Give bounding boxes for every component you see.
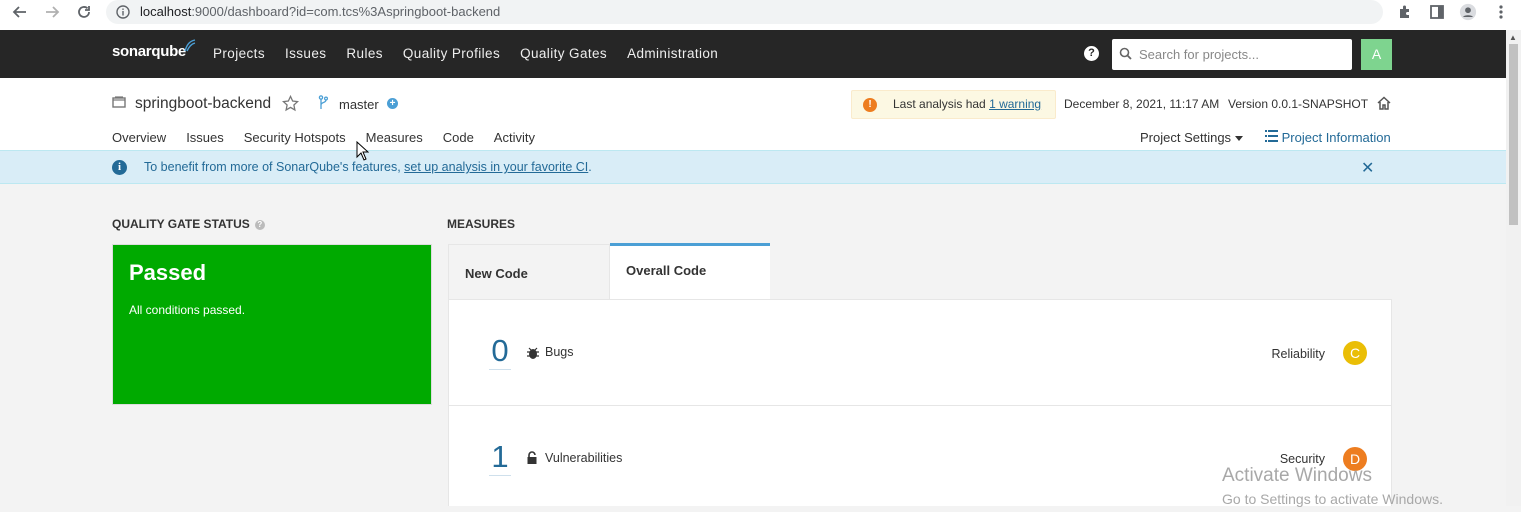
project-name[interactable]: springboot-backend bbox=[135, 95, 271, 113]
nav-links: Projects Issues Rules Quality Profiles Q… bbox=[213, 46, 738, 61]
setup-analysis-link[interactable]: set up analysis in your favorite CI bbox=[404, 160, 588, 174]
project-information-link[interactable]: Project Information bbox=[1265, 130, 1391, 145]
profile-icon[interactable] bbox=[1459, 3, 1477, 21]
reload-icon[interactable] bbox=[72, 0, 96, 24]
project-search[interactable] bbox=[1112, 39, 1352, 70]
browser-toolbar: localhost:9000/dashboard?id=com.tcs%3Asp… bbox=[0, 0, 1521, 30]
help-icon[interactable]: ? bbox=[254, 220, 265, 230]
help-icon[interactable]: ? bbox=[1084, 46, 1099, 61]
caret-down-icon bbox=[1234, 136, 1243, 141]
favorite-star-icon[interactable] bbox=[282, 95, 299, 112]
quality-gate-message: All conditions passed. bbox=[129, 303, 246, 317]
url-text: localhost:9000/dashboard?id=com.tcs%3Asp… bbox=[140, 4, 501, 19]
forward-icon[interactable] bbox=[40, 0, 64, 24]
bugs-label[interactable]: Bugs bbox=[545, 345, 574, 359]
scroll-up-icon[interactable]: ▲ bbox=[1509, 33, 1517, 42]
mouse-cursor-icon bbox=[356, 141, 369, 161]
tab-new-code[interactable]: New Code bbox=[448, 244, 610, 300]
list-icon bbox=[1265, 130, 1278, 142]
page-scrollbar[interactable]: ▲ bbox=[1506, 30, 1521, 506]
vulnerabilities-label[interactable]: Vulnerabilities bbox=[545, 451, 622, 465]
quality-gate-status: Passed bbox=[129, 260, 207, 285]
nav-projects[interactable]: Projects bbox=[213, 46, 265, 61]
nav-quality-gates[interactable]: Quality Gates bbox=[520, 46, 607, 61]
windows-activation-watermark: Activate Windows Go to Settings to activ… bbox=[1222, 465, 1443, 507]
quality-gate-title: QUALITY GATE STATUS? bbox=[112, 217, 265, 231]
side-panel-icon[interactable] bbox=[1428, 3, 1446, 21]
analysis-date: December 8, 2021, 11:17 AM bbox=[1064, 97, 1220, 111]
search-icon bbox=[1119, 47, 1132, 60]
close-icon[interactable]: ✕ bbox=[1361, 158, 1374, 178]
branch-icon bbox=[318, 95, 328, 109]
tab-overall-code[interactable]: Overall Code bbox=[610, 243, 770, 300]
extensions-icon[interactable] bbox=[1396, 3, 1414, 21]
back-icon[interactable] bbox=[8, 0, 32, 24]
nav-rules[interactable]: Rules bbox=[346, 46, 383, 61]
vulnerabilities-count[interactable]: 1 bbox=[489, 439, 511, 476]
project-settings-dropdown[interactable]: Project Settings bbox=[1140, 130, 1243, 145]
ci-setup-banner: i To benefit from more of SonarQube's fe… bbox=[0, 150, 1506, 184]
project-header: springboot-backend master + ! Last analy… bbox=[0, 78, 1506, 153]
scroll-thumb[interactable] bbox=[1509, 44, 1518, 225]
logo-wave-icon bbox=[184, 39, 196, 52]
banner-text: To benefit from more of SonarQube's feat… bbox=[144, 160, 592, 174]
measure-row-bugs bbox=[449, 300, 1391, 406]
branch-name[interactable]: master bbox=[339, 97, 379, 112]
warning-text: Last analysis had 1 warning bbox=[893, 97, 1042, 111]
branch-help-icon[interactable]: + bbox=[387, 98, 398, 109]
warning-link[interactable]: 1 warning bbox=[989, 97, 1041, 111]
user-avatar[interactable]: A bbox=[1361, 39, 1392, 70]
analysis-warning: ! Last analysis had 1 warning bbox=[851, 90, 1056, 119]
bugs-count[interactable]: 0 bbox=[489, 333, 511, 370]
browser-menu-icon[interactable] bbox=[1492, 3, 1510, 21]
warning-icon: ! bbox=[863, 98, 877, 112]
nav-administration[interactable]: Administration bbox=[627, 46, 718, 61]
nav-issues[interactable]: Issues bbox=[285, 46, 326, 61]
bug-icon bbox=[527, 347, 539, 359]
quality-gate-status-box: Passed All conditions passed. bbox=[112, 244, 432, 405]
site-info-icon[interactable] bbox=[116, 5, 130, 24]
address-bar[interactable]: localhost:9000/dashboard?id=com.tcs%3Asp… bbox=[106, 0, 1383, 24]
main-navbar: sonarqube Projects Issues Rules Quality … bbox=[0, 30, 1506, 78]
reliability-label: Reliability bbox=[1271, 347, 1326, 361]
measures-title: MEASURES bbox=[447, 217, 516, 231]
reliability-rating[interactable]: C bbox=[1343, 341, 1367, 365]
info-icon: i bbox=[112, 160, 127, 175]
search-input[interactable] bbox=[1137, 40, 1342, 69]
project-version: Version 0.0.1-SNAPSHOT bbox=[1228, 97, 1369, 111]
nav-quality-profiles[interactable]: Quality Profiles bbox=[403, 46, 500, 61]
home-icon[interactable] bbox=[1376, 95, 1392, 111]
security-label: Security bbox=[1279, 452, 1325, 466]
lock-icon bbox=[527, 451, 537, 464]
sonarqube-logo[interactable]: sonarqube bbox=[112, 39, 196, 60]
project-icon bbox=[112, 96, 126, 108]
